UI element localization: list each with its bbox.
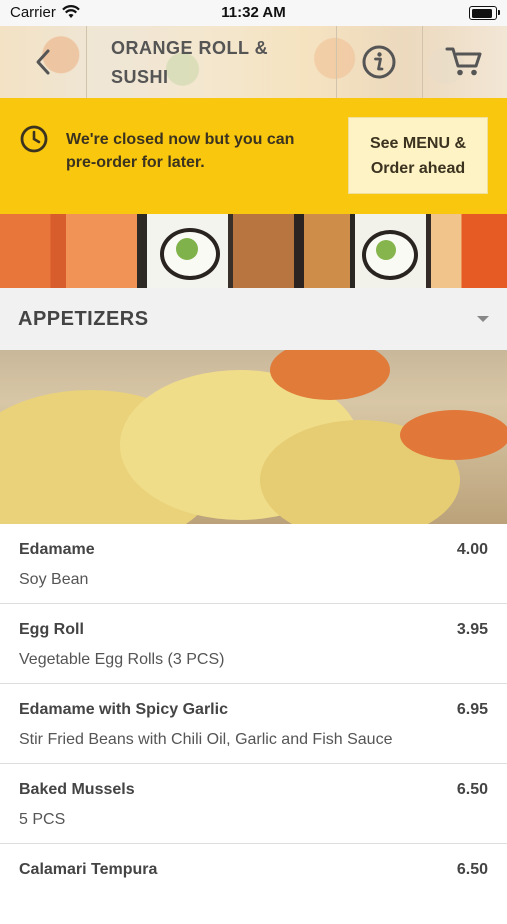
caret-down-icon [477, 316, 489, 322]
battery-icon [469, 6, 500, 20]
nav-divider [86, 26, 87, 98]
item-name: Calamari Tempura [19, 861, 158, 878]
category-header-appetizers[interactable]: APPETIZERS [0, 288, 507, 350]
info-icon [362, 45, 396, 79]
menu-item[interactable]: Egg Roll 3.95 Vegetable Egg Rolls (3 PCS… [0, 604, 507, 684]
item-name: Edamame with Spicy Garlic [19, 701, 228, 718]
shrimp-tail [400, 410, 507, 460]
cart-button[interactable] [423, 26, 507, 98]
menu-item[interactable]: Calamari Tempura 6.50 [0, 844, 507, 924]
closed-message-line-1: We're closed now but you can [66, 131, 295, 148]
sushi-filling [176, 238, 198, 260]
item-description: 5 PCS [19, 811, 66, 828]
title-line-2: SUSHI [111, 67, 169, 87]
item-name: Edamame [19, 541, 95, 558]
cart-icon [445, 47, 482, 76]
item-price: 6.50 [456, 781, 488, 798]
menu-item[interactable]: Edamame with Spicy Garlic 6.95 Stir Frie… [0, 684, 507, 764]
menu-list: Edamame 4.00 Soy Bean Egg Roll 3.95 Vege… [0, 524, 507, 924]
category-title: APPETIZERS [18, 308, 149, 330]
item-description: Vegetable Egg Rolls (3 PCS) [19, 651, 225, 668]
clock-icon [20, 125, 48, 153]
info-button[interactable] [337, 26, 421, 98]
menu-item[interactable]: Baked Mussels 6.50 5 PCS [0, 764, 507, 844]
sushi-banner-image [0, 214, 507, 288]
menu-item[interactable]: Edamame 4.00 Soy Bean [0, 524, 507, 604]
title-line-1: ORANGE ROLL & [111, 38, 269, 58]
order-button-line-1: See MENU & [369, 135, 467, 152]
item-description: Soy Bean [19, 571, 89, 588]
item-description: Stir Fried Beans with Chili Oil, Garlic … [19, 731, 393, 748]
nav-bar: ORANGE ROLL & SUSHI [0, 26, 507, 99]
item-price: 6.50 [456, 861, 488, 878]
order-button-line-2: Order ahead [370, 160, 466, 177]
appetizers-image [0, 350, 507, 524]
item-name: Baked Mussels [19, 781, 135, 798]
sushi-filling [376, 240, 396, 260]
back-button[interactable] [0, 26, 86, 98]
item-price: 3.95 [456, 621, 488, 638]
closed-message: We're closed now but you can pre-order f… [66, 128, 326, 174]
restaurant-title: ORANGE ROLL & SUSHI [111, 34, 331, 92]
status-bar: Carrier 11:32 AM [0, 0, 507, 26]
closed-message-line-2: pre-order for later. [66, 154, 205, 171]
item-price: 4.00 [456, 541, 488, 558]
see-menu-order-ahead-button[interactable]: See MENU & Order ahead [348, 117, 488, 194]
chevron-left-icon [36, 49, 50, 75]
clock-time: 11:32 AM [221, 4, 286, 21]
item-name: Egg Roll [19, 621, 84, 638]
item-price: 6.95 [456, 701, 488, 718]
